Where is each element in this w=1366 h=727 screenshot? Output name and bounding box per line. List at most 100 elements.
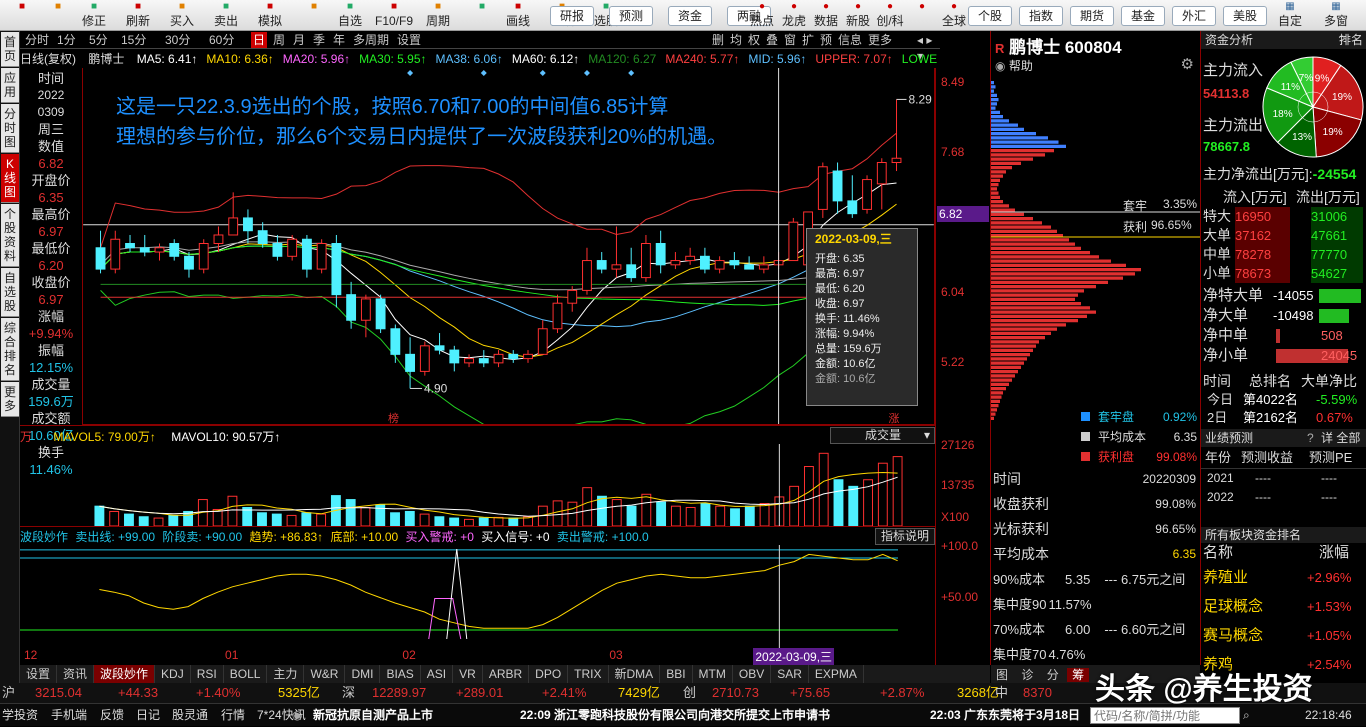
side-tab-2[interactable]: 分时图	[1, 104, 19, 153]
candle[interactable]	[154, 243, 165, 261]
period-tab-5[interactable]: 60分	[207, 32, 236, 48]
side-tab-5[interactable]: 自选股	[1, 268, 19, 317]
chip-tab-1[interactable]: 图	[991, 668, 1013, 682]
candle[interactable]	[626, 247, 637, 282]
candle[interactable]	[670, 252, 681, 270]
toolbar-tab-2[interactable]: 资金	[668, 6, 712, 26]
candle[interactable]	[862, 175, 872, 214]
news-item-2[interactable]: 22:03 广东东莞将于3月18日	[930, 704, 1080, 727]
toolbar-market-tab-4[interactable]: 外汇	[1172, 6, 1216, 26]
candle[interactable]	[493, 350, 504, 368]
forecast-tab-1[interactable]: 预测收益	[1241, 447, 1293, 469]
side-tab-0[interactable]: 首页	[1, 32, 19, 67]
period-tab-11[interactable]: 多周期	[351, 32, 391, 48]
indicator-tab-2[interactable]: 波段妙作	[94, 665, 156, 683]
status-link-5[interactable]: 行情	[221, 704, 245, 727]
toolbar-right-btn-6[interactable]: ● 全球	[937, 0, 971, 31]
indicator-tab-17[interactable]: MTM	[693, 665, 733, 683]
period-tab-9[interactable]: 季	[311, 32, 327, 48]
chart-tool-2[interactable]: 权	[746, 32, 762, 48]
candle[interactable]	[169, 239, 180, 261]
indicator-tab-20[interactable]: EXPMA	[809, 665, 864, 683]
side-tab-1[interactable]: 应用	[1, 68, 19, 103]
toolbar-btn-4[interactable]: ■ 买入	[160, 0, 204, 31]
candle[interactable]	[287, 234, 298, 261]
toolbar-btn-9[interactable]: ■ F10/F9	[372, 0, 416, 31]
candle[interactable]	[788, 217, 799, 262]
chart-tool-3[interactable]: 叠	[764, 32, 780, 48]
indicator-tab-15[interactable]: 新DMA	[609, 665, 661, 683]
side-tab-7[interactable]: 更多	[1, 382, 19, 417]
period-tab-6[interactable]: 日	[251, 32, 268, 48]
candle[interactable]	[360, 294, 371, 338]
period-tab-0[interactable]: 分时	[23, 32, 51, 48]
toolbar-right-btn-4[interactable]: ● 创/科	[873, 0, 907, 31]
chart-tool-6[interactable]: 预	[818, 32, 834, 48]
candle[interactable]	[419, 341, 430, 376]
candle[interactable]	[847, 175, 858, 218]
period-tab-7[interactable]: 周	[271, 32, 287, 48]
chart-tool-8[interactable]: 更多	[866, 32, 894, 48]
toolbar-right-btn-5[interactable]: ●	[905, 0, 939, 31]
candle[interactable]	[699, 247, 710, 274]
toolbar-btn-6[interactable]: ■ 模拟	[248, 0, 292, 31]
toolbar-btn-2[interactable]: ■ 修正	[72, 0, 116, 31]
candle[interactable]	[390, 324, 401, 363]
forecast-tab-2[interactable]: 预测PE	[1309, 447, 1352, 469]
gear-icon[interactable]: ⚙	[1181, 55, 1194, 73]
toolbar-market-tab-5[interactable]: 美股	[1223, 6, 1267, 26]
indicator-tab-9[interactable]: BIAS	[380, 665, 421, 683]
chart-tool-1[interactable]: 均	[728, 32, 744, 48]
side-tab-4[interactable]: 个股资料	[1, 204, 19, 267]
indicator-tab-16[interactable]: BBI	[660, 665, 693, 683]
candle[interactable]	[316, 239, 327, 274]
chip-tab-2[interactable]: 诊	[1016, 668, 1038, 682]
chart-tool-0[interactable]: 删	[710, 32, 726, 48]
candle[interactable]	[139, 234, 150, 257]
toolbar-market-tab-0[interactable]: 个股	[968, 6, 1012, 26]
chart-nav-arrows[interactable]: ◂ ▸ ▾	[915, 32, 940, 63]
candle[interactable]	[478, 350, 489, 368]
indicator-tab-6[interactable]: 主力	[267, 665, 305, 683]
candle[interactable]	[523, 350, 533, 363]
indicator-tab-8[interactable]: DMI	[345, 665, 381, 683]
indicator-tab-5[interactable]: BOLL	[224, 665, 268, 683]
sector-row-2[interactable]: 赛马概念 +1.05%	[1201, 621, 1366, 650]
toolbar-tab-0[interactable]: 研报	[550, 6, 594, 26]
indicator-tab-19[interactable]: SAR	[771, 665, 809, 683]
candle[interactable]	[655, 230, 666, 274]
status-link-1[interactable]: 手机端	[51, 704, 87, 727]
indicator-tab-12[interactable]: ARBR	[483, 665, 530, 683]
status-link-4[interactable]: 股灵通	[172, 704, 208, 727]
period-tab-10[interactable]: 年	[331, 32, 347, 48]
candle[interactable]	[729, 252, 740, 270]
sector-row-0[interactable]: 养殖业 +2.96%	[1201, 563, 1366, 592]
side-tab-6[interactable]: 综合排名	[1, 318, 19, 381]
candle[interactable]	[552, 294, 563, 334]
toolbar-market-tab-3[interactable]: 基金	[1121, 6, 1165, 26]
toolbar-btn-12[interactable]: ■ 画线	[496, 0, 540, 31]
toolbar-tab-1[interactable]: 预测	[609, 6, 653, 26]
candle[interactable]	[213, 226, 224, 253]
candle[interactable]	[331, 234, 342, 308]
candle[interactable]	[184, 252, 194, 278]
candle[interactable]	[198, 239, 209, 274]
period-tab-3[interactable]: 15分	[119, 32, 148, 48]
status-link-0[interactable]: 学投资	[2, 704, 38, 727]
search-input[interactable]	[1090, 707, 1240, 724]
candle[interactable]	[272, 234, 283, 261]
candle[interactable]	[464, 354, 474, 368]
candle[interactable]	[714, 256, 725, 274]
chip-tab-active[interactable]: 筹	[1067, 668, 1090, 682]
indicator-tab-13[interactable]: DPO	[529, 665, 569, 683]
period-tab-2[interactable]: 5分	[87, 32, 110, 48]
candle[interactable]	[582, 247, 592, 295]
candle[interactable]	[596, 252, 607, 274]
rank-link[interactable]: 排名	[1339, 31, 1363, 49]
indicator-tab-0[interactable]: 设置	[20, 665, 58, 683]
status-link-2[interactable]: 反馈	[100, 704, 124, 727]
indicator-tab-7[interactable]: W&R	[304, 665, 346, 683]
forecast-all-link[interactable]: 详 全部	[1321, 429, 1360, 447]
chart-type-label[interactable]: 日线(复权)	[20, 52, 76, 66]
period-tab-1[interactable]: 1分	[55, 32, 78, 48]
